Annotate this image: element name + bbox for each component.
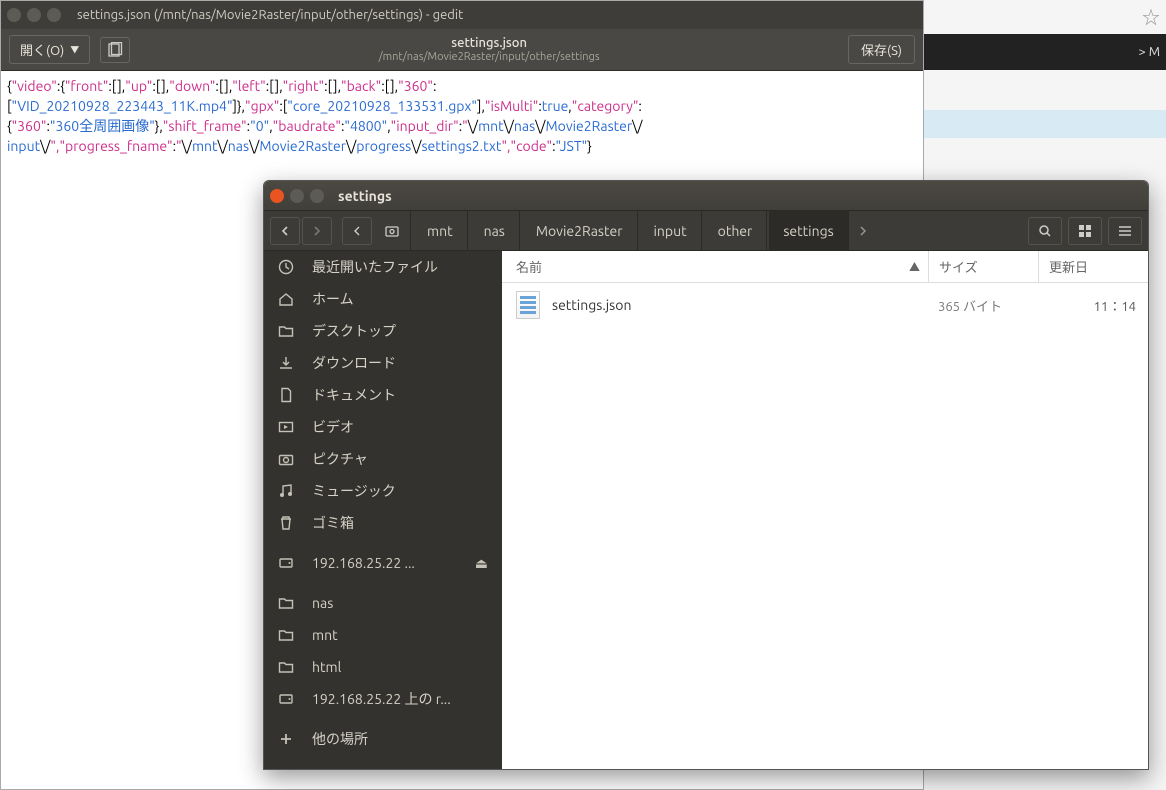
sidebar-item[interactable]: デスクトップ: [264, 315, 502, 347]
file-list-area: 名前▲ サイズ 更新日 settings.json 365 バイト 11：14: [502, 251, 1148, 769]
window-title: settings.json (/mnt/nas/Movie2Raster/inp…: [77, 8, 463, 22]
sidebar-item[interactable]: 192.168.25.22 ... ⏏: [264, 547, 502, 579]
sidebar-item-label: ゴミ箱: [312, 513, 354, 533]
highlight-bar: [924, 110, 1166, 138]
sidebar-item-label: ホーム: [312, 289, 354, 309]
breadcrumb-root[interactable]: [374, 211, 411, 251]
disk-icon: [278, 691, 296, 707]
file-row[interactable]: settings.json 365 バイト 11：14: [502, 283, 1148, 327]
sidebar-item[interactable]: ミュージック: [264, 475, 502, 507]
sidebar-item-label: html: [312, 659, 341, 675]
sidebar-item[interactable]: ダウンロード: [264, 347, 502, 379]
sidebar-item[interactable]: 最近開いたファイル: [264, 251, 502, 283]
sidebar-item[interactable]: html: [264, 651, 502, 683]
sidebar-item[interactable]: ゴミ箱: [264, 507, 502, 539]
sidebar-item-label: mnt: [312, 627, 338, 643]
music-icon: [278, 483, 296, 499]
file-size: 365 バイト: [928, 296, 1038, 315]
column-name[interactable]: 名前▲: [502, 257, 928, 276]
sidebar-item[interactable]: ピクチャ: [264, 443, 502, 475]
sidebar-item-label: ダウンロード: [312, 353, 396, 373]
sidebar-item[interactable]: ホーム: [264, 283, 502, 315]
camera-icon: [278, 451, 296, 467]
disk-icon: [278, 555, 296, 571]
clock-icon: [278, 259, 296, 275]
gedit-titlebar: settings.json (/mnt/nas/Movie2Raster/inp…: [1, 1, 923, 29]
close-icon[interactable]: [7, 8, 21, 22]
window-title: settings: [338, 188, 392, 204]
doc-icon: [278, 387, 296, 403]
plus-icon: [278, 731, 296, 747]
gedit-text-content[interactable]: {"video":{"front":[],"up":[],"down":[],"…: [1, 71, 923, 163]
hamburger-menu-button[interactable]: [1108, 217, 1142, 245]
breadcrumb-settings[interactable]: settings: [769, 211, 848, 251]
breadcrumb-other[interactable]: other: [704, 211, 768, 251]
sidebar-item-label: ピクチャ: [312, 449, 368, 469]
sidebar-item-label: 192.168.25.22 上の r...: [312, 689, 451, 709]
video-icon: [278, 419, 296, 435]
breadcrumb-nas[interactable]: nas: [470, 211, 520, 251]
save-button[interactable]: 保存(S): [848, 35, 915, 64]
folder-icon: [278, 595, 296, 611]
breadcrumb-overflow[interactable]: [851, 211, 875, 251]
sidebar-item-label: ビデオ: [312, 417, 354, 437]
back-button[interactable]: [270, 217, 300, 245]
search-button[interactable]: [1028, 217, 1062, 245]
file-name: settings.json: [552, 297, 631, 313]
trash-icon: [278, 515, 296, 531]
sidebar-item-label: nas: [312, 595, 333, 611]
forward-button[interactable]: [302, 217, 332, 245]
sidebar-item[interactable]: 他の場所: [264, 723, 502, 755]
folder-icon: [278, 659, 296, 675]
home-icon: [278, 291, 296, 307]
sidebar-item[interactable]: ビデオ: [264, 411, 502, 443]
file-manager-titlebar[interactable]: settings: [264, 181, 1148, 211]
sidebar-item-label: 192.168.25.22 ...: [312, 555, 415, 571]
sidebar-item-label: 他の場所: [312, 729, 368, 749]
file-icon: [516, 291, 540, 319]
file-list-header: 名前▲ サイズ 更新日: [502, 251, 1148, 283]
star-icon[interactable]: ☆: [1142, 4, 1160, 30]
maximize-icon[interactable]: [310, 189, 324, 203]
folder-icon: [278, 323, 296, 339]
sort-asc-icon: ▲: [909, 259, 920, 275]
gedit-filename: settings.json: [130, 36, 848, 51]
file-date: 11：14: [1038, 296, 1148, 315]
file-manager-body: 最近開いたファイルホームデスクトップダウンロードドキュメントビデオピクチャミュー…: [264, 251, 1148, 769]
breadcrumb-mnt[interactable]: mnt: [413, 211, 468, 251]
sidebar-item-label: 最近開いたファイル: [312, 257, 438, 277]
close-icon[interactable]: [270, 189, 284, 203]
sidebar-item[interactable]: ドキュメント: [264, 379, 502, 411]
maximize-icon[interactable]: [47, 8, 61, 22]
sidebar-item-label: ミュージック: [312, 481, 396, 501]
sidebar-item[interactable]: 192.168.25.22 上の r...: [264, 683, 502, 715]
breadcrumb-movie2raster[interactable]: Movie2Raster: [522, 211, 638, 251]
open-label: 開く(O): [20, 40, 64, 59]
file-manager-toolbar: mnt nas Movie2Raster input other setting…: [264, 211, 1148, 251]
gedit-file-info: settings.json /mnt/nas/Movie2Raster/inpu…: [130, 36, 848, 64]
minimize-icon[interactable]: [27, 8, 41, 22]
breadcrumb-input[interactable]: input: [640, 211, 702, 251]
sidebar-item[interactable]: nas: [264, 587, 502, 619]
sidebar: 最近開いたファイルホームデスクトップダウンロードドキュメントビデオピクチャミュー…: [264, 251, 502, 769]
gedit-toolbar: 開く(O) ▼ settings.json /mnt/nas/Movie2Ras…: [1, 29, 923, 71]
file-manager-window: settings mnt nas Movie2Raster input othe…: [263, 180, 1149, 770]
gedit-filepath: /mnt/nas/Movie2Raster/input/other/settin…: [130, 51, 848, 64]
path-separator-button[interactable]: [342, 217, 372, 245]
minimize-icon[interactable]: [290, 189, 304, 203]
view-grid-button[interactable]: [1068, 217, 1102, 245]
sidebar-item[interactable]: mnt: [264, 619, 502, 651]
dropdown-icon: ▼: [70, 43, 79, 56]
new-document-button[interactable]: [100, 37, 130, 63]
column-date[interactable]: 更新日: [1038, 251, 1148, 282]
column-size[interactable]: サイズ: [928, 251, 1038, 282]
folder-icon: [278, 627, 296, 643]
sidebar-item-label: デスクトップ: [312, 321, 396, 341]
download-icon: [278, 355, 296, 371]
open-button[interactable]: 開く(O) ▼: [9, 35, 90, 64]
eject-icon[interactable]: ⏏: [475, 555, 488, 572]
sidebar-item-label: ドキュメント: [312, 385, 396, 405]
dark-bar: > M: [924, 34, 1166, 70]
